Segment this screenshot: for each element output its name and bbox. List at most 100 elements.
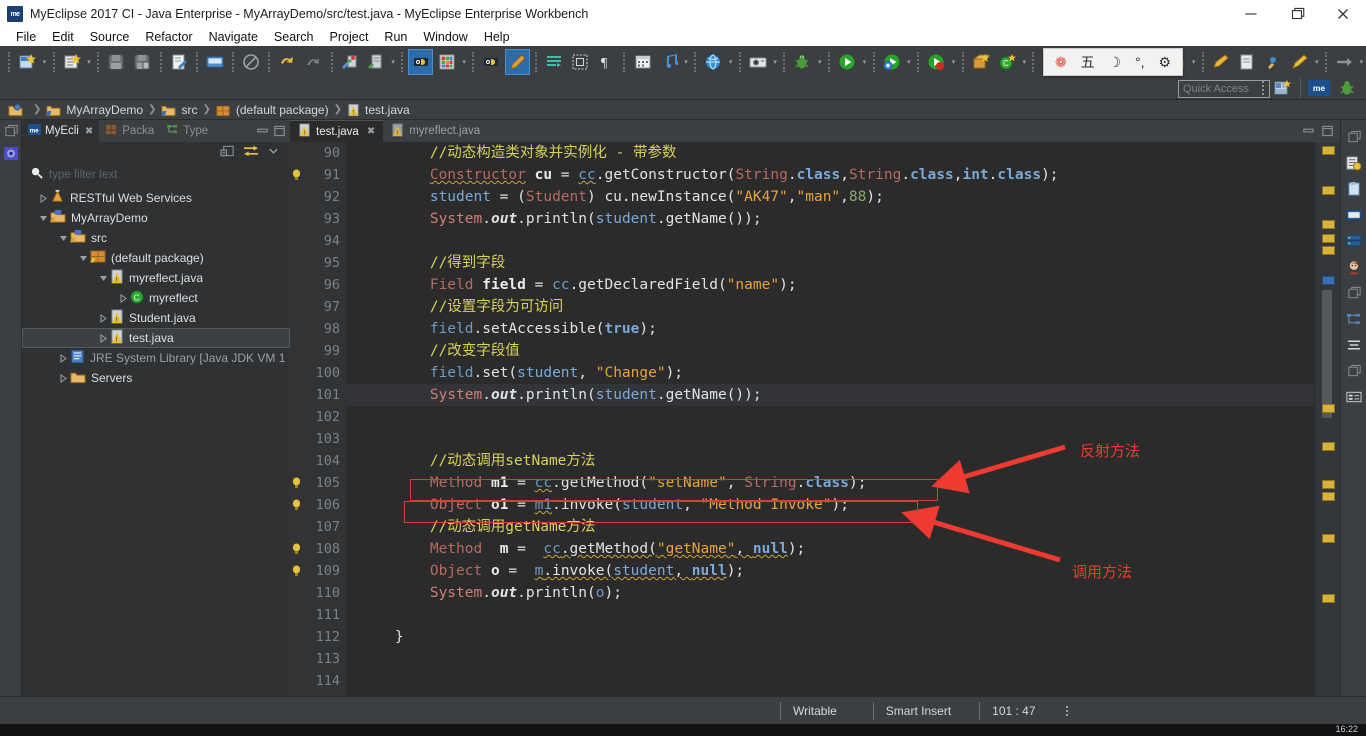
scrollbar-thumb[interactable] <box>1322 290 1332 418</box>
blue-dot-icon[interactable] <box>1261 49 1285 75</box>
chevron-right-icon[interactable] <box>36 188 50 208</box>
hierarchy-view-icon[interactable] <box>1341 306 1366 332</box>
tree-item-myreflect-java[interactable]: ! myreflect.java <box>22 268 290 288</box>
tree-item-myreflect-class[interactable]: C myreflect <box>22 288 290 308</box>
chevron-right-icon[interactable] <box>96 308 110 328</box>
servers-view-icon[interactable] <box>1341 228 1366 254</box>
run-dropdown-icon[interactable]: ▾ <box>860 51 868 73</box>
menu-source[interactable]: Source <box>82 30 138 44</box>
myeclipse-explorer-icon[interactable] <box>0 142 22 164</box>
overview-marker[interactable] <box>1322 234 1335 243</box>
camera-dropdown-icon[interactable]: ▾ <box>771 51 779 73</box>
breadcrumb-item-project[interactable]: MyArrayDemo <box>46 103 143 117</box>
chevron-down-icon[interactable] <box>36 208 50 228</box>
new-java-project-icon[interactable] <box>60 49 84 75</box>
baidu-paw-icon[interactable]: ❁ <box>1055 55 1067 69</box>
maximize-view-icon[interactable] <box>273 124 286 142</box>
code-line-106[interactable]: Object o1 = m1.invoke(student, "Method I… <box>346 494 1314 516</box>
tree-item-jre-system-library[interactable]: JRE System Library [Java JDK VM 1 <box>22 348 290 368</box>
minimize-button[interactable] <box>1228 0 1274 28</box>
debug-bug-icon[interactable] <box>790 49 814 75</box>
undo-icon[interactable] <box>275 49 299 75</box>
overview-marker[interactable] <box>1322 186 1335 195</box>
code-line-110[interactable]: System.out.println(o); <box>346 582 1314 604</box>
highlight-dropdown-icon[interactable]: ▾ <box>1313 51 1321 73</box>
wubi-mode-icon[interactable]: 五 <box>1081 55 1095 69</box>
tab-myeclipse-explorer[interactable]: me MyEcli ✖ <box>22 120 100 142</box>
breadcrumb-item-file[interactable]: ! test.java <box>347 103 410 117</box>
menu-file[interactable]: File <box>8 30 44 44</box>
tab-test-java[interactable]: ! test.java ✖ <box>290 120 384 142</box>
tab-package-explorer[interactable]: Packa <box>99 120 160 142</box>
code-line-107[interactable]: //动态调用getName方法 <box>346 516 1314 538</box>
tree-item-test-java[interactable]: ! test.java <box>22 328 290 348</box>
web-browser-icon[interactable] <box>701 49 725 75</box>
menu-window[interactable]: Window <box>415 30 475 44</box>
redo-icon[interactable] <box>301 49 325 75</box>
tree-item-myarraydemo[interactable]: MyArrayDemo <box>22 208 290 228</box>
overview-marker[interactable] <box>1322 480 1335 489</box>
quick-fix-bulb-icon[interactable] <box>290 494 304 516</box>
code-line-104[interactable]: //动态调用setName方法 <box>346 450 1314 472</box>
code-line-96[interactable]: Field field = cc.getDeclaredField("name"… <box>346 274 1314 296</box>
explorer-filter-row[interactable]: type filter text <box>24 164 288 186</box>
tree-item-student-java[interactable]: ! Student.java <box>22 308 290 328</box>
deploy-icon[interactable] <box>338 49 362 75</box>
maximize-editor-icon[interactable] <box>1321 124 1334 142</box>
overview-marker[interactable] <box>1322 442 1335 451</box>
restore-view-icon[interactable] <box>0 120 22 142</box>
forward-dropdown-icon[interactable]: ▾ <box>1357 51 1365 73</box>
open-document-icon[interactable] <box>1235 49 1259 75</box>
close-button[interactable] <box>1320 0 1366 28</box>
run-config-dropdown-icon[interactable]: ▾ <box>905 51 913 73</box>
save-all-icon[interactable] <box>130 49 154 75</box>
new-package-icon[interactable] <box>969 49 993 75</box>
overview-marker[interactable] <box>1322 534 1335 543</box>
chevron-down-icon[interactable] <box>76 248 90 268</box>
tree-item-restful-web-services[interactable]: RESTful Web Services <box>22 188 290 208</box>
db-explorer-icon[interactable] <box>479 49 503 75</box>
no-entry-icon[interactable] <box>239 49 263 75</box>
code-line-111[interactable] <box>346 604 1314 626</box>
collapse-all-icon[interactable] <box>220 144 235 163</box>
db-browser-icon[interactable] <box>408 49 433 75</box>
chevron-right-icon[interactable] <box>56 368 70 388</box>
restore-right-view-icon[interactable] <box>1341 124 1366 150</box>
grid-palette-icon[interactable] <box>435 49 459 75</box>
menu-edit[interactable]: Edit <box>44 30 82 44</box>
code-line-108[interactable]: Method m = cc.getMethod("getName", null)… <box>346 538 1314 560</box>
tab-myreflect-java[interactable]: ! myreflect.java <box>383 120 488 142</box>
new-annotation-icon[interactable] <box>1209 49 1233 75</box>
code-line-90[interactable]: //动态构造类对象并实例化 - 带参数 <box>346 142 1314 164</box>
quick-access-input[interactable]: Quick Access <box>1178 80 1270 98</box>
new-wizard-icon[interactable] <box>15 49 39 75</box>
chevron-down-icon[interactable] <box>96 268 110 288</box>
server-dropdown-icon[interactable]: ▾ <box>389 51 397 73</box>
code-line-112[interactable]: } <box>346 626 1314 648</box>
code-line-103[interactable] <box>346 428 1314 450</box>
maximize-button[interactable] <box>1274 0 1320 28</box>
task-list-icon[interactable] <box>1341 150 1366 176</box>
server-icon[interactable] <box>364 49 388 75</box>
chevron-right-icon[interactable] <box>56 348 70 368</box>
properties-view-icon[interactable] <box>1341 384 1366 410</box>
perspective-handle-icon[interactable] <box>1259 77 1267 99</box>
close-icon[interactable]: ✖ <box>85 126 93 137</box>
code-line-98[interactable]: field.setAccessible(true); <box>346 318 1314 340</box>
code-line-93[interactable]: System.out.println(student.getName()); <box>346 208 1314 230</box>
editor-annotation-gutter[interactable] <box>290 142 304 696</box>
code-line-105[interactable]: Method m1 = cc.getMethod("setName", Stri… <box>346 472 1314 494</box>
breadcrumb-item-src[interactable]: src <box>161 103 197 117</box>
code-line-91[interactable]: Constructor cu = cc.getConstructor(Strin… <box>346 164 1314 186</box>
close-icon[interactable]: ✖ <box>367 126 375 137</box>
chevron-right-icon[interactable] <box>116 288 130 308</box>
new-wizard-dropdown-icon[interactable]: ▾ <box>40 51 48 73</box>
snippets-view-icon[interactable] <box>1341 332 1366 358</box>
tree-item-servers[interactable]: Servers <box>22 368 290 388</box>
run-stop-icon[interactable] <box>924 49 948 75</box>
quick-fix-bulb-icon[interactable] <box>290 538 304 560</box>
menu-project[interactable]: Project <box>322 30 377 44</box>
quick-fix-bulb-icon[interactable] <box>290 472 304 494</box>
marquee-icon[interactable] <box>568 49 592 75</box>
print-icon[interactable] <box>167 49 191 75</box>
